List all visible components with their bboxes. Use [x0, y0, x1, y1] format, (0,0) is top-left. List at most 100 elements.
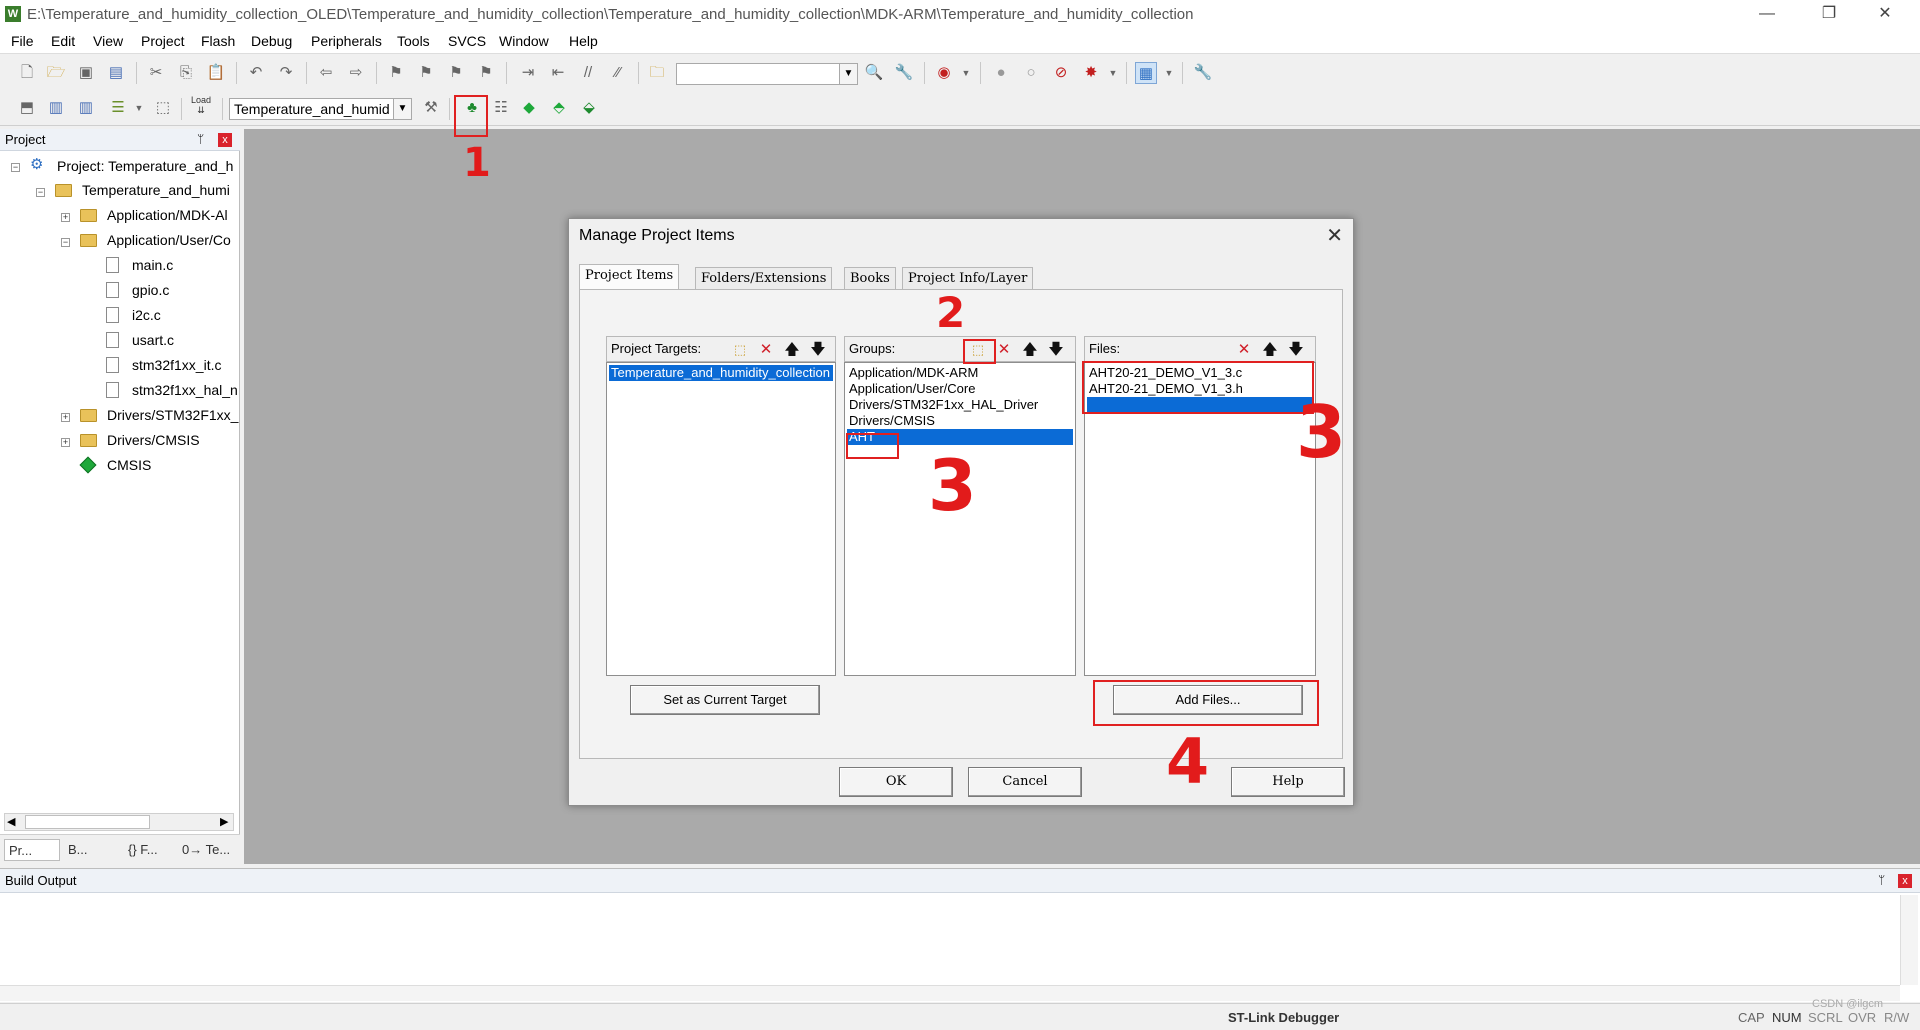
- group-item[interactable]: Application/MDK-ARM: [847, 365, 1073, 381]
- uncomment-icon[interactable]: ⁄⁄: [607, 62, 629, 84]
- tree-file-hal[interactable]: stm32f1xx_hal_n: [132, 379, 238, 401]
- group-item[interactable]: Drivers/CMSIS: [847, 413, 1073, 429]
- tree-group-cmsis[interactable]: Drivers/CMSIS: [107, 429, 200, 451]
- move-group-up-icon[interactable]: 🡅: [1021, 341, 1039, 359]
- menu-tools[interactable]: Tools: [397, 33, 430, 49]
- expand-toggle-icon[interactable]: +: [61, 413, 70, 422]
- debug-dropdown-icon[interactable]: ▼: [955, 62, 977, 84]
- expand-toggle-icon[interactable]: −: [61, 238, 70, 247]
- menu-project[interactable]: Project: [141, 33, 185, 49]
- cut-icon[interactable]: ✂: [145, 62, 167, 84]
- vertical-scrollbar[interactable]: [1900, 895, 1918, 985]
- find-in-files-icon[interactable]: 🗀: [646, 62, 668, 84]
- event-recorder-icon[interactable]: ⬙: [578, 97, 600, 119]
- horizontal-scrollbar[interactable]: ◀ ▶: [4, 813, 234, 831]
- breakpoint-dropdown-icon[interactable]: ▼: [1102, 62, 1124, 84]
- breakpoint-disable-all-icon[interactable]: ⊘: [1050, 62, 1072, 84]
- indent-icon[interactable]: ⇥: [517, 62, 539, 84]
- move-file-down-icon[interactable]: 🡇: [1287, 341, 1305, 359]
- menu-svcs[interactable]: SVCS: [448, 33, 486, 49]
- group-item[interactable]: Drivers/STM32F1xx_HAL_Driver: [847, 397, 1073, 413]
- translate-icon[interactable]: ⬒: [16, 97, 38, 119]
- build-horizontal-scrollbar[interactable]: [0, 985, 1900, 1001]
- tree-group-mdk-arm[interactable]: Application/MDK-Al: [107, 204, 228, 226]
- expand-toggle-icon[interactable]: +: [61, 213, 70, 222]
- tab-project-items[interactable]: Project Items: [579, 264, 680, 289]
- help-button[interactable]: Help: [1231, 767, 1345, 797]
- new-file-icon[interactable]: 🗋: [16, 62, 38, 84]
- move-target-down-icon[interactable]: 🡇: [809, 341, 827, 359]
- debug-session-icon[interactable]: ◉: [933, 62, 955, 84]
- move-file-up-icon[interactable]: 🡅: [1261, 341, 1279, 359]
- tree-file-main[interactable]: main.c: [132, 254, 173, 276]
- tab-project[interactable]: Pr...: [4, 839, 60, 861]
- scroll-right-icon[interactable]: ▶: [220, 815, 228, 828]
- save-icon[interactable]: ▣: [75, 62, 97, 84]
- move-group-down-icon[interactable]: 🡇: [1047, 341, 1065, 359]
- expand-toggle-icon[interactable]: +: [61, 438, 70, 447]
- tree-cmsis[interactable]: CMSIS: [107, 454, 151, 476]
- tab-project-info-layer[interactable]: Project Info/Layer: [902, 267, 1034, 289]
- redo-icon[interactable]: ↷: [275, 62, 297, 84]
- pack-installer-icon[interactable]: ⬘: [548, 97, 570, 119]
- undo-icon[interactable]: ↶: [245, 62, 267, 84]
- batch-build-dropdown-icon[interactable]: ▼: [128, 97, 150, 119]
- options-for-target-icon[interactable]: ⚒: [420, 97, 442, 119]
- find-icon[interactable]: 🔧: [893, 62, 915, 84]
- delete-target-icon[interactable]: ✕: [757, 341, 775, 359]
- open-file-icon[interactable]: 🗁: [45, 62, 67, 84]
- build-icon[interactable]: ▥: [45, 97, 67, 119]
- breakpoint-disable-icon[interactable]: ○: [1020, 62, 1042, 84]
- tab-functions[interactable]: {} F...: [124, 839, 178, 861]
- stop-build-icon[interactable]: ⬚: [152, 97, 174, 119]
- menu-help[interactable]: Help: [569, 33, 598, 49]
- save-all-icon[interactable]: ▤: [105, 62, 127, 84]
- tree-project-root[interactable]: Project: Temperature_and_h: [57, 155, 233, 177]
- paste-icon[interactable]: 📋: [205, 62, 227, 84]
- download-load-icon[interactable]: Load ⇊: [190, 95, 212, 117]
- set-as-current-target-button[interactable]: Set as Current Target: [630, 685, 820, 715]
- tree-file-i2c[interactable]: i2c.c: [132, 304, 161, 326]
- tree-file-it[interactable]: stm32f1xx_it.c: [132, 354, 221, 376]
- window-layout-dropdown-icon[interactable]: ▼: [1158, 62, 1180, 84]
- bookmark-clear-icon[interactable]: ⚑: [475, 62, 497, 84]
- target-select[interactable]: Temperature_and_humid ▼: [229, 98, 412, 120]
- tab-templates[interactable]: 0→ Te...: [178, 839, 238, 861]
- menu-view[interactable]: View: [93, 33, 123, 49]
- tab-folders-extensions[interactable]: Folders/Extensions: [695, 267, 833, 289]
- target-item[interactable]: Temperature_and_humidity_collection: [609, 365, 833, 381]
- expand-toggle-icon[interactable]: −: [36, 188, 45, 197]
- scrollbar-thumb[interactable]: [25, 815, 150, 829]
- window-layout-icon[interactable]: ▦: [1135, 62, 1157, 84]
- rebuild-icon[interactable]: ▥: [75, 97, 97, 119]
- cancel-button[interactable]: Cancel: [968, 767, 1082, 797]
- menu-window[interactable]: Window: [499, 33, 549, 49]
- delete-group-icon[interactable]: ✕: [995, 341, 1013, 359]
- tree-group-hal-driver[interactable]: Drivers/STM32F1xx_: [107, 404, 238, 426]
- tree-group-user-core[interactable]: Application/User/Co: [107, 229, 231, 251]
- new-target-icon[interactable]: ⬚: [731, 341, 749, 359]
- menu-flash[interactable]: Flash: [201, 33, 235, 49]
- nav-forward-icon[interactable]: ⇨: [345, 62, 367, 84]
- tab-books[interactable]: Books: [844, 267, 896, 289]
- menu-debug[interactable]: Debug: [251, 33, 292, 49]
- incremental-find-icon[interactable]: 🔍: [863, 62, 885, 84]
- targets-list[interactable]: Temperature_and_humidity_collection: [606, 362, 836, 676]
- ok-button[interactable]: OK: [839, 767, 953, 797]
- close-panel-icon[interactable]: x: [218, 133, 232, 147]
- tree-file-usart[interactable]: usart.c: [132, 329, 174, 351]
- scroll-left-icon[interactable]: ◀: [7, 815, 15, 828]
- bookmark-icon[interactable]: ⚑: [385, 62, 407, 84]
- copy-icon[interactable]: ⎘: [175, 62, 197, 84]
- maximize-button[interactable]: ❐: [1806, 0, 1852, 30]
- menu-edit[interactable]: Edit: [51, 33, 75, 49]
- pin-icon[interactable]: ᛘ: [1878, 873, 1885, 887]
- breakpoint-kill-all-icon[interactable]: ✸: [1080, 62, 1102, 84]
- batch-build-icon[interactable]: ☰: [107, 97, 129, 119]
- manage-runtime-icon[interactable]: ◆: [518, 97, 540, 119]
- breakpoint-icon[interactable]: ●: [990, 62, 1012, 84]
- bookmark-prev-icon[interactable]: ⚑: [415, 62, 437, 84]
- expand-toggle-icon[interactable]: −: [11, 163, 20, 172]
- tree-file-gpio[interactable]: gpio.c: [132, 279, 169, 301]
- comment-icon[interactable]: //: [577, 62, 599, 84]
